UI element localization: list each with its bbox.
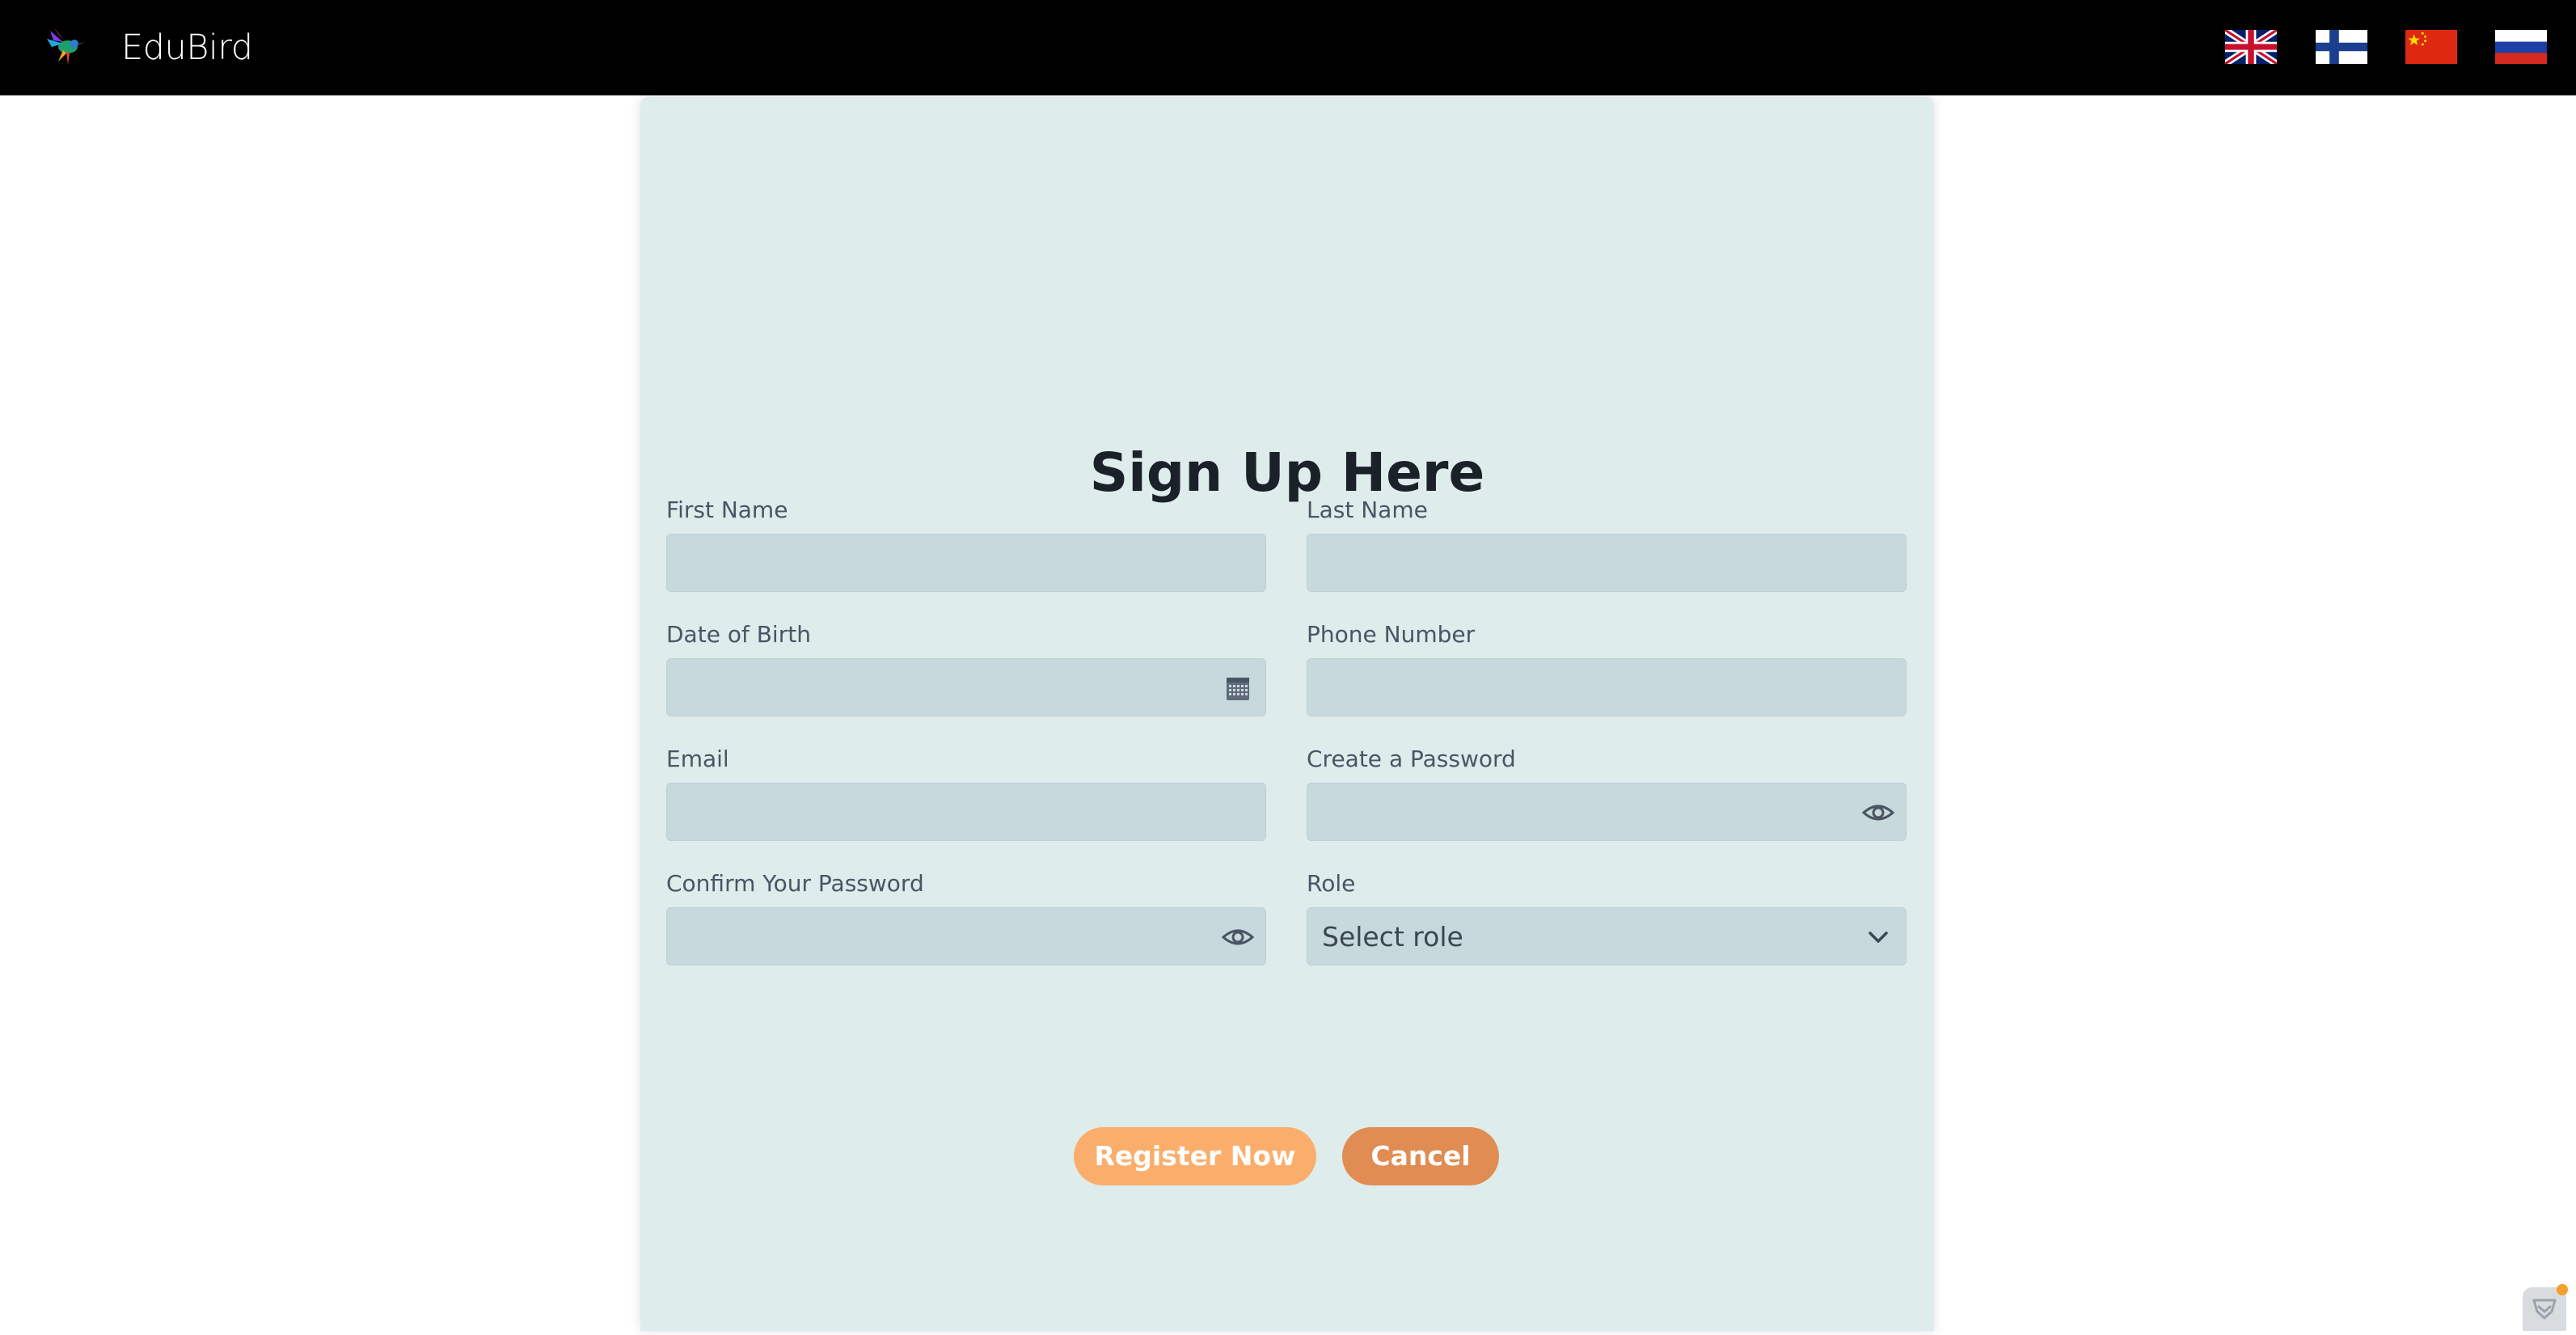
page-title: Sign Up Here (1089, 441, 1485, 504)
calendar-icon[interactable] (1222, 674, 1254, 703)
first-name-input[interactable] (667, 534, 1265, 591)
china-flag-icon[interactable] (2405, 30, 2457, 64)
register-now-button[interactable]: Register Now (1074, 1127, 1316, 1185)
email-input[interactable] (667, 784, 1265, 840)
eye-icon[interactable] (1861, 798, 1895, 827)
last-name-field[interactable] (1307, 534, 1907, 592)
phone-number-field[interactable] (1307, 658, 1907, 716)
phone-number-label: Phone Number (1307, 621, 1476, 648)
create-password-label: Create a Password (1307, 746, 1516, 772)
date-of-birth-input[interactable] (667, 659, 1265, 716)
top-navbar: EduBird (0, 0, 2576, 95)
phone-number-input[interactable] (1307, 659, 1906, 716)
cancel-button[interactable]: Cancel (1342, 1127, 1499, 1185)
first-name-field[interactable] (666, 534, 1266, 592)
role-select[interactable]: Select role (1307, 907, 1907, 965)
uk-flag-icon[interactable] (2225, 30, 2277, 64)
finland-flag-icon[interactable] (2316, 30, 2367, 64)
signup-card: Sign Up Here First Name Last Name Date o… (640, 97, 1934, 1331)
confirm-password-field[interactable] (666, 907, 1266, 965)
email-label: Email (666, 746, 729, 772)
role-selected-value: Select role (1322, 921, 1463, 953)
chat-widget-button[interactable] (2523, 1284, 2568, 1331)
confirm-password-input[interactable] (667, 908, 1265, 965)
confirm-password-label: Confirm Your Password (666, 870, 924, 897)
role-label: Role (1307, 870, 1356, 897)
russia-flag-icon[interactable] (2495, 30, 2547, 64)
notification-dot (2557, 1284, 2568, 1295)
create-password-field[interactable] (1307, 783, 1907, 841)
hummingbird-logo-icon[interactable] (42, 24, 87, 70)
first-name-label: First Name (666, 496, 788, 523)
date-of-birth-label: Date of Birth (666, 621, 811, 648)
create-password-input[interactable] (1307, 784, 1906, 840)
date-of-birth-field[interactable] (666, 658, 1266, 716)
email-field[interactable] (666, 783, 1266, 841)
chevron-down-icon[interactable] (1862, 923, 1894, 952)
last-name-label: Last Name (1307, 496, 1428, 523)
eye-icon[interactable] (1221, 923, 1255, 952)
last-name-input[interactable] (1307, 534, 1906, 591)
brand-name[interactable]: EduBird (121, 27, 253, 68)
